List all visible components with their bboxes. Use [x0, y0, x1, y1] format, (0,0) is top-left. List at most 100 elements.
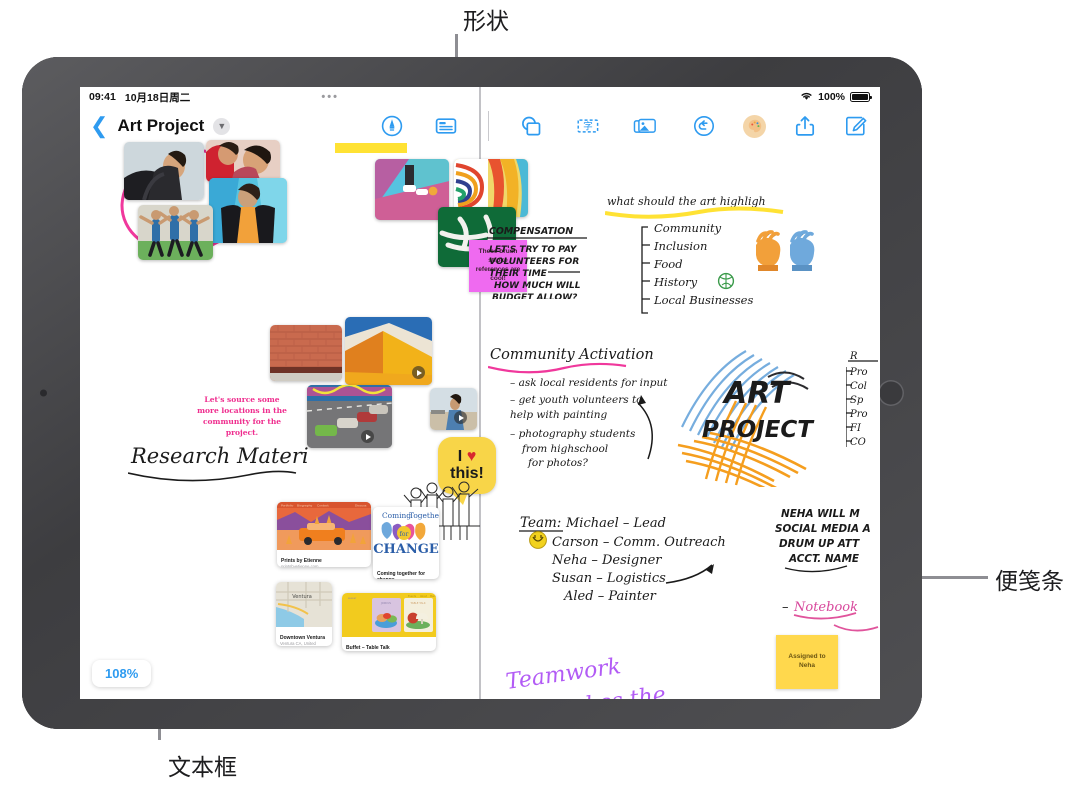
svg-text:BUFFET: BUFFET — [348, 598, 357, 600]
home-button[interactable] — [878, 380, 904, 406]
svg-text:Michael – Lead: Michael – Lead — [565, 516, 666, 531]
video-thumbnail[interactable] — [307, 385, 392, 448]
chevron-down-icon[interactable]: ▼ — [213, 117, 231, 135]
svg-text:Neha – Designer: Neha – Designer — [551, 553, 662, 568]
svg-text:History: History — [653, 275, 698, 289]
screenshot-root: 形状 便笺条 文本框 09:41 10月18日周二 ••• 100% ❮ Art… — [0, 0, 1080, 790]
photo-thumbnail[interactable] — [270, 325, 342, 381]
svg-text:Community: Community — [654, 223, 722, 235]
svg-text:Teamwork: Teamwork — [505, 655, 623, 695]
photo-thumbnail[interactable] — [206, 140, 280, 182]
svg-text:Menu: Menu — [430, 595, 436, 598]
text-box-content: Let's source some more locations in the … — [197, 395, 287, 437]
callout-label-shape: 形状 — [463, 9, 509, 35]
svg-text:About: About — [420, 595, 427, 598]
zoom-level-badge[interactable]: 108% — [92, 660, 152, 687]
svg-text:JOIN US: JOIN US — [380, 601, 391, 605]
svg-text:BUDGET ALLOW?: BUDGET ALLOW? — [492, 293, 577, 299]
media-card[interactable]: JOIN US TABLE TALK BUFFET Events About M… — [342, 593, 436, 651]
ipad-device: 09:41 10月18日周二 ••• 100% ❮ Art Project ▼ … — [22, 57, 922, 729]
canvas-split-divider-top — [479, 87, 481, 145]
svg-text:VOLUNTEERS FOR: VOLUNTEERS FOR — [489, 257, 579, 267]
svg-text:Events: Events — [408, 595, 417, 598]
video-thumbnail[interactable] — [345, 317, 432, 385]
svg-text:ART: ART — [722, 376, 792, 411]
handwriting-neha-note: NEHA WILL M SOCIAL MEDIA A DRUM UP ATT A… — [775, 508, 871, 573]
media-card-title: Coming together for change — [377, 571, 426, 579]
palette-icon[interactable] — [743, 114, 766, 138]
front-camera — [40, 389, 47, 397]
svg-text:for: for — [400, 531, 409, 538]
sticky-note-assigned[interactable]: Assigned to Neha — [776, 635, 838, 689]
svg-text:SOCIAL MEDIA A: SOCIAL MEDIA A — [775, 523, 871, 535]
svg-text:what should the art highligh: what should the art highligh — [607, 195, 766, 208]
page-title: Art Project — [117, 116, 205, 135]
svg-text:Research Materials:: Research Materials: — [130, 444, 308, 468]
battery-icon — [850, 92, 872, 102]
raised-fist-stickers — [756, 230, 815, 271]
handwriting-community-activation: Community Activation – ask local residen… — [488, 347, 668, 469]
svg-text:CHANGE: CHANGE — [373, 542, 439, 557]
svg-text:Aled – Painter: Aled – Painter — [563, 589, 657, 604]
battery-percent: 100% — [818, 91, 845, 103]
media-icon[interactable] — [633, 114, 657, 138]
text-box-element[interactable]: Let's source some more locations in the … — [194, 395, 290, 439]
share-icon[interactable] — [793, 114, 817, 138]
svg-text:Portfolio: Portfolio — [281, 503, 294, 507]
shape-icon[interactable] — [519, 114, 543, 138]
heart-icon: ♥ — [466, 447, 477, 465]
handwriting-team-list: Team: Michael – Lead Carson – Comm. Outr… — [519, 515, 726, 604]
svg-text:Susan – Logistics: Susan – Logistics — [552, 571, 666, 586]
svg-text:字: 字 — [584, 119, 594, 132]
multitask-dots-icon[interactable]: ••• — [321, 91, 339, 103]
media-card[interactable]: Portfolio Biography Contact Discuss Prin… — [277, 502, 371, 567]
svg-text:NEHA WILL M: NEHA WILL M — [781, 508, 860, 520]
note-card-icon[interactable] — [434, 114, 458, 138]
compose-icon[interactable] — [844, 114, 868, 138]
photo-thumbnail[interactable] — [124, 142, 204, 200]
svg-text:Biography: Biography — [297, 503, 313, 507]
svg-text:LET'S TRY TO PAY: LET'S TRY TO PAY — [489, 245, 578, 255]
play-button-icon[interactable] — [412, 366, 425, 379]
svg-text:– ask local residents for inpu: – ask local residents for input — [510, 377, 668, 389]
wifi-icon — [800, 91, 813, 104]
svg-text:DRUM UP ATT: DRUM UP ATT — [779, 538, 860, 550]
back-chevron-icon[interactable]: ❮ — [90, 115, 108, 137]
svg-text:Community Activation: Community Activation — [490, 347, 654, 363]
status-time: 09:41 — [89, 91, 116, 103]
svg-text:– get youth volunteers to: – get youth volunteers to — [510, 394, 643, 406]
svg-text:Discuss: Discuss — [355, 503, 367, 507]
undo-icon[interactable] — [692, 114, 716, 138]
media-card-subtitle: printsbyetienne.com — [281, 564, 319, 567]
svg-text:Inclusion: Inclusion — [653, 239, 707, 253]
media-card-subtitle: Ventura CA, United States — [280, 641, 316, 646]
photo-thumbnail[interactable] — [209, 178, 287, 243]
svg-text:– photography students: – photography students — [510, 428, 636, 440]
svg-text:TABLE TALK: TABLE TALK — [410, 601, 425, 605]
svg-text:THEIR TIME: THEIR TIME — [489, 269, 548, 279]
svg-text:Coming: Coming — [382, 511, 411, 520]
callout-label-text-box: 文本框 — [168, 755, 237, 781]
ipad-screen: 09:41 10月18日周二 ••• 100% ❮ Art Project ▼ … — [80, 87, 880, 699]
media-card[interactable]: Coming Together for CHANGE — [373, 507, 439, 579]
svg-text:Carson – Comm. Outreach: Carson – Comm. Outreach — [552, 535, 726, 550]
media-card-map[interactable]: Ventura Downtown Ventura Ventura CA, Uni… — [276, 582, 332, 646]
svg-text:Together: Together — [409, 511, 439, 520]
sticky-note-text: Assigned to Neha — [788, 653, 826, 669]
video-thumbnail[interactable] — [430, 388, 477, 430]
svg-text:HOW MUCH WILL: HOW MUCH WILL — [494, 281, 581, 291]
play-button-icon[interactable] — [361, 430, 374, 443]
status-date: 10月18日周二 — [124, 91, 191, 104]
art-project-scribble[interactable]: ART PROJECT — [672, 341, 854, 487]
yellow-highlight-stroke — [335, 143, 407, 153]
callout-label-sticky-note: 便笺条 — [995, 569, 1064, 595]
handwriting-pink-partial: – Notebook — [782, 600, 879, 632]
toolbar-divider — [488, 111, 490, 141]
play-button-icon[interactable] — [454, 411, 467, 424]
svg-text:from highschool: from highschool — [521, 443, 608, 455]
text-box-icon[interactable]: 字 — [576, 114, 600, 138]
whiteboard-canvas[interactable]: These brush stroke references are cool! — [80, 136, 880, 699]
ink-pen-icon[interactable] — [380, 114, 404, 138]
photo-thumbnail[interactable] — [138, 205, 213, 260]
svg-text:COMPENSATION: COMPENSATION — [489, 226, 573, 237]
